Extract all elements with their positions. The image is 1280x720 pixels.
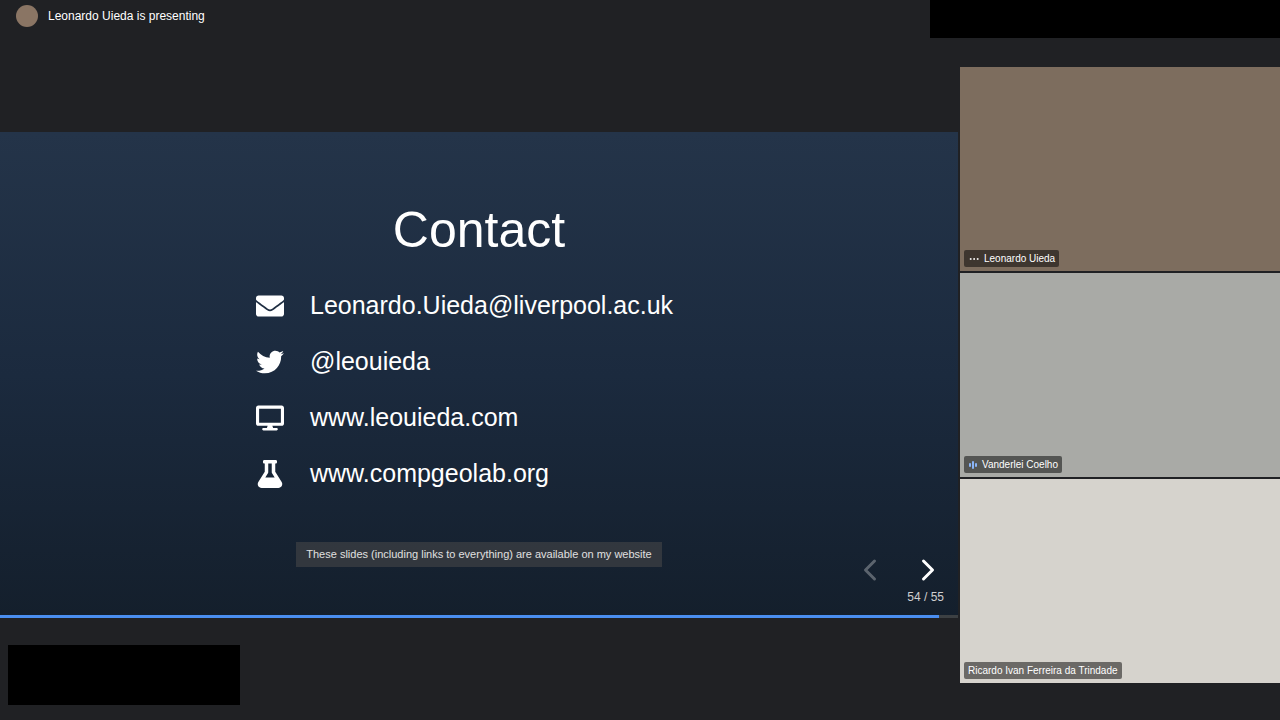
participant-label: Vanderlei Coelho bbox=[964, 456, 1062, 473]
audio-level-icon bbox=[968, 460, 978, 470]
twitter-icon bbox=[256, 348, 284, 376]
redaction-block bbox=[8, 645, 240, 705]
meeting-window: Leonardo Uieda is presentingContactLeona… bbox=[0, 0, 1280, 720]
contact-row: www.leouieda.com bbox=[254, 390, 958, 446]
slide-nav: 54 / 55 bbox=[852, 552, 946, 606]
slide-caption: These slides (including links to everyth… bbox=[296, 542, 661, 567]
slide-title: Contact bbox=[0, 132, 958, 260]
contact-row: Leonardo.Uieda@liverpool.ac.uk bbox=[254, 278, 958, 334]
monitor-icon bbox=[256, 404, 284, 432]
flask-icon bbox=[256, 460, 284, 488]
presenter-bar: Leonardo Uieda is presenting bbox=[0, 0, 958, 32]
progress-fill bbox=[0, 615, 939, 618]
chevron-left-icon bbox=[852, 552, 888, 588]
participant-name: Ricardo Ivan Ferreira da Trindade bbox=[968, 663, 1118, 678]
page-counter: 54 / 55 bbox=[907, 588, 946, 606]
more-icon[interactable] bbox=[968, 253, 980, 265]
participants-column: Leonardo Uieda Vanderlei Coelho Ricardo Iv… bbox=[960, 0, 1280, 720]
contact-text[interactable]: @leouieda bbox=[310, 343, 430, 381]
contact-row: www.compgeolab.org bbox=[254, 446, 958, 502]
next-button[interactable] bbox=[910, 552, 946, 588]
presenter-avatar bbox=[16, 5, 38, 27]
participant-name: Leonardo Uieda bbox=[984, 251, 1055, 266]
slide-content: Contact Leonardo.Uieda@liverpool.ac.uk @le… bbox=[0, 132, 958, 615]
contact-text[interactable]: www.compgeolab.org bbox=[310, 455, 549, 493]
contact-text[interactable]: Leonardo.Uieda@liverpool.ac.uk bbox=[310, 287, 673, 325]
envelope-icon bbox=[256, 292, 284, 320]
contact-text[interactable]: www.leouieda.com bbox=[310, 399, 518, 437]
prev-button[interactable] bbox=[852, 552, 888, 588]
main-column: Leonardo Uieda is presenting Contact Leona… bbox=[0, 0, 958, 720]
chevron-right-icon bbox=[910, 552, 946, 588]
participant-tile[interactable]: Leonardo Uieda bbox=[960, 67, 1280, 271]
participant-label: Leonardo Uieda bbox=[964, 250, 1059, 267]
presenter-text: Leonardo Uieda is presenting bbox=[48, 7, 205, 25]
progress-track bbox=[0, 615, 958, 618]
contact-row: @leouieda bbox=[254, 334, 958, 390]
contact-list: Leonardo.Uieda@liverpool.ac.uk @leouieda w… bbox=[0, 278, 958, 502]
slide: Contact Leonardo.Uieda@liverpool.ac.uk @le… bbox=[0, 132, 958, 618]
participant-name: Vanderlei Coelho bbox=[982, 457, 1058, 472]
participant-tile[interactable]: Ricardo Ivan Ferreira da Trindade bbox=[960, 479, 1280, 683]
redaction-block bbox=[930, 0, 1280, 38]
participant-tile[interactable]: Vanderlei Coelho bbox=[960, 273, 1280, 477]
participant-label: Ricardo Ivan Ferreira da Trindade bbox=[964, 662, 1122, 679]
